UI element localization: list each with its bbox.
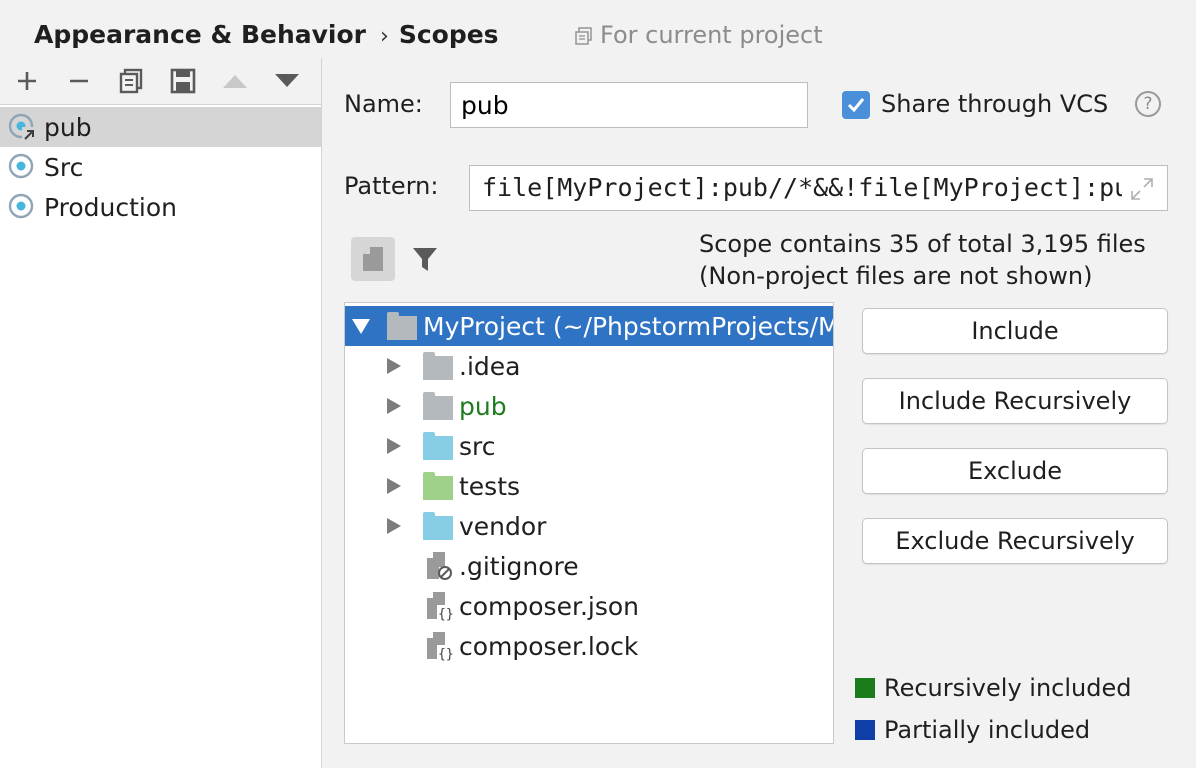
copy-project-icon (575, 27, 592, 45)
exclude-button[interactable]: Exclude (862, 448, 1168, 494)
json-file-icon: {} (427, 592, 453, 621)
breadcrumb-parent[interactable]: Appearance & Behavior (34, 20, 366, 49)
tree-item-composer-json[interactable]: {} composer.json (345, 586, 833, 626)
pattern-label: Pattern: (344, 172, 439, 200)
tree-item-pub[interactable]: pub (345, 386, 833, 426)
scope-item-pub[interactable]: pub (0, 107, 321, 147)
test-folder-icon (423, 472, 453, 500)
chevron-right-icon[interactable] (387, 518, 401, 534)
svg-text:{}: {} (438, 647, 453, 661)
tree-root-label: MyProject (~/PhpstormProjects/MyProject) (423, 311, 833, 341)
project-note-text: For current project (600, 21, 823, 49)
legend-swatch-blue (855, 720, 875, 740)
show-files-toggle[interactable] (351, 237, 395, 281)
tree-item-gitignore[interactable]: .gitignore (345, 546, 833, 586)
tree-item-label: pub (459, 391, 507, 421)
chevron-right-icon: › (380, 24, 389, 49)
remove-icon[interactable] (64, 66, 94, 96)
chevron-right-icon[interactable] (387, 478, 401, 494)
scopes-toolbar (0, 58, 321, 105)
tree-item-label: composer.json (459, 591, 640, 621)
add-icon[interactable] (12, 66, 42, 96)
legend-recursive: Recursively included (855, 674, 1131, 702)
pattern-text: file[MyProject]:pub//*&&!file[MyProject]… (482, 173, 1122, 202)
share-vcs-checkbox[interactable] (842, 91, 870, 119)
scope-info: Scope contains 35 of total 3,195 files (… (699, 228, 1146, 292)
scope-note-text: (Non-project files are not shown) (699, 262, 1093, 290)
tree-item-label: composer.lock (459, 631, 639, 661)
name-label: Name: (344, 90, 423, 118)
scope-item-src[interactable]: Src (0, 147, 321, 187)
tree-item-tests[interactable]: tests (345, 466, 833, 506)
scope-item-production[interactable]: Production (0, 187, 321, 227)
scope-list: pub Src Production (0, 107, 321, 227)
tree-item-label: .gitignore (459, 551, 579, 581)
chevron-right-icon[interactable] (387, 398, 401, 414)
name-input[interactable] (450, 82, 808, 128)
chevron-down-icon[interactable] (352, 319, 370, 334)
legend-label: Partially included (884, 716, 1091, 744)
ignore-file-icon (427, 552, 452, 580)
chevron-right-icon[interactable] (387, 358, 401, 374)
tree-item-label: vendor (459, 511, 547, 541)
help-icon[interactable]: ? (1135, 91, 1161, 117)
tree-item-label: .idea (459, 351, 521, 381)
move-up-icon[interactable] (220, 66, 250, 96)
tree-item-idea[interactable]: .idea (345, 346, 833, 386)
tree-item-src[interactable]: src (345, 426, 833, 466)
legend-label: Recursively included (884, 674, 1132, 702)
scope-label: Production (44, 192, 178, 222)
file-tree: MyProject (~/PhpstormProjects/MyProject)… (344, 302, 834, 744)
folder-icon (387, 312, 417, 340)
page-title: Scopes (398, 20, 499, 49)
share-vcs-label[interactable]: Share through VCS (881, 90, 1108, 118)
pattern-input[interactable]: file[MyProject]:pub//*&&!file[MyProject]… (469, 165, 1168, 211)
chevron-right-icon[interactable] (387, 438, 401, 454)
tree-item-label: tests (459, 471, 521, 501)
move-down-icon[interactable] (272, 66, 302, 96)
source-folder-icon (423, 432, 453, 460)
scope-icon (8, 153, 36, 181)
scope-label: pub (44, 112, 92, 142)
legend-partial: Partially included (855, 716, 1090, 744)
folder-icon (423, 352, 453, 380)
copy-icon[interactable] (116, 66, 146, 96)
file-icon (363, 247, 383, 271)
project-scope-note: For current project (574, 18, 823, 52)
filter-icon[interactable] (408, 242, 442, 276)
scope-icon (8, 193, 36, 221)
exclude-recursively-button[interactable]: Exclude Recursively (862, 518, 1168, 564)
scope-count-text: Scope contains 35 of total 3,195 files (699, 230, 1146, 258)
json-file-icon: {} (427, 632, 453, 661)
folder-icon (423, 512, 453, 540)
tree-item-vendor[interactable]: vendor (345, 506, 833, 546)
folder-icon (423, 392, 453, 420)
tree-item-composer-lock[interactable]: {} composer.lock (345, 626, 833, 666)
tree-root[interactable]: MyProject (~/PhpstormProjects/MyProject) (345, 306, 833, 346)
include-recursively-button[interactable]: Include Recursively (862, 378, 1168, 424)
checkmark-icon (847, 98, 865, 113)
include-button[interactable]: Include (862, 308, 1168, 354)
breadcrumb: Appearance & Behavior › Scopes (34, 18, 499, 52)
save-icon[interactable] (168, 66, 198, 96)
scope-label: Src (44, 152, 84, 182)
legend-swatch-green (855, 678, 875, 698)
shared-scope-icon (8, 113, 36, 141)
expand-icon[interactable] (1129, 176, 1155, 202)
tree-item-label: src (459, 431, 496, 461)
svg-text:{}: {} (438, 607, 453, 621)
